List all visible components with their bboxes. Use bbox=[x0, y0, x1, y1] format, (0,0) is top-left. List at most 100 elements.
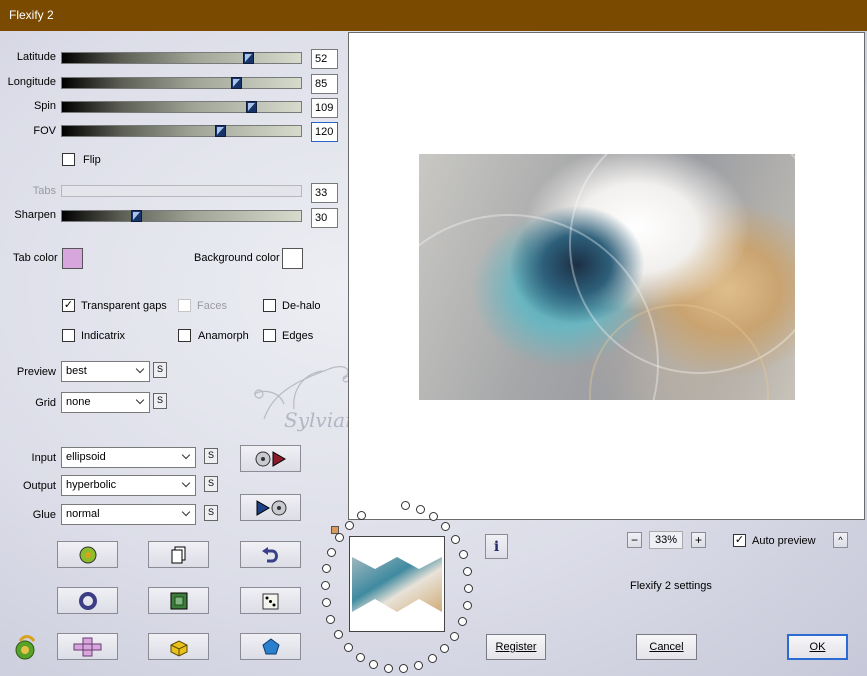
slider-thumb[interactable] bbox=[214, 125, 226, 137]
latitude-slider[interactable] bbox=[61, 52, 302, 64]
longitude-slider[interactable] bbox=[61, 77, 302, 89]
tab-color-swatch[interactable] bbox=[62, 248, 83, 269]
ring-icon bbox=[78, 591, 97, 610]
tumble-dot[interactable] bbox=[327, 548, 337, 557]
tumble-dot[interactable] bbox=[398, 664, 408, 674]
chip-button[interactable] bbox=[148, 587, 209, 614]
flip-checkbox[interactable] bbox=[62, 153, 75, 166]
flip-label: Flip bbox=[83, 154, 101, 166]
copy-icon bbox=[171, 546, 185, 563]
fov-value[interactable]: 120 bbox=[311, 122, 338, 142]
tab-color-label: Tab color bbox=[13, 252, 58, 264]
tumble-dot[interactable] bbox=[334, 533, 344, 543]
preview-quality-select[interactable]: best bbox=[61, 361, 150, 382]
tumble-dot[interactable] bbox=[463, 566, 473, 576]
tabs-layout-button[interactable] bbox=[57, 633, 118, 660]
output-select-label: Output bbox=[22, 480, 56, 492]
tumble-dot[interactable] bbox=[333, 629, 343, 639]
tumble-dot[interactable] bbox=[439, 644, 449, 654]
grid-s-button[interactable]: S bbox=[153, 393, 167, 409]
register-button[interactable]: Register bbox=[486, 634, 546, 660]
slider-thumb[interactable] bbox=[231, 77, 243, 89]
latitude-label: Latitude bbox=[16, 51, 56, 63]
copy-button[interactable] bbox=[148, 541, 209, 568]
input-projection-value: ellipsoid bbox=[66, 451, 106, 463]
chevron-down-icon bbox=[181, 450, 191, 460]
spin-slider[interactable] bbox=[61, 101, 302, 113]
tumble-dot[interactable] bbox=[369, 660, 379, 670]
sharpen-value[interactable]: 30 bbox=[311, 208, 338, 228]
chevron-down-icon bbox=[135, 364, 145, 374]
slider-thumb[interactable] bbox=[245, 101, 257, 113]
tumble-dot[interactable] bbox=[457, 616, 467, 626]
tumble-dot[interactable] bbox=[413, 660, 423, 670]
chevron-down-icon bbox=[135, 395, 145, 405]
tumble-dot[interactable] bbox=[383, 663, 393, 673]
dice-button[interactable] bbox=[240, 587, 301, 614]
indicatrix-checkbox[interactable] bbox=[62, 329, 75, 342]
de-halo-label: De-halo bbox=[282, 300, 321, 312]
tabs-label: Tabs bbox=[32, 185, 56, 197]
play-to-disc-icon bbox=[256, 499, 286, 516]
auto-preview-checkbox[interactable]: ✓ bbox=[733, 534, 746, 547]
tumble-dot[interactable] bbox=[427, 654, 437, 664]
input-projection-select[interactable]: ellipsoid bbox=[61, 447, 196, 468]
fov-slider[interactable] bbox=[61, 125, 302, 137]
randomize-button[interactable] bbox=[57, 541, 118, 568]
tumble-dot[interactable] bbox=[326, 614, 336, 624]
tumble-dot[interactable] bbox=[322, 564, 332, 574]
de-halo-checkbox[interactable] bbox=[263, 299, 276, 312]
ok-label: OK bbox=[809, 641, 826, 653]
slider-thumb[interactable] bbox=[131, 210, 143, 222]
edges-checkbox[interactable] bbox=[263, 329, 276, 342]
tumble-dot[interactable] bbox=[450, 631, 460, 641]
zoom-level: 33% bbox=[649, 531, 683, 549]
block-button[interactable] bbox=[148, 633, 209, 660]
output-s-button[interactable]: S bbox=[204, 476, 218, 492]
ring-button[interactable] bbox=[57, 587, 118, 614]
ok-button[interactable]: OK bbox=[787, 634, 848, 660]
info-button[interactable]: i bbox=[485, 534, 508, 559]
output-projection-select[interactable]: hyperbolic bbox=[61, 475, 196, 496]
tabs-value[interactable]: 33 bbox=[311, 183, 338, 203]
preview-s-button[interactable]: S bbox=[153, 362, 167, 378]
collapse-button[interactable]: ^ bbox=[833, 532, 848, 548]
save-output-button[interactable] bbox=[240, 494, 301, 521]
tumble-dot[interactable] bbox=[464, 583, 474, 593]
grid-select[interactable]: none bbox=[61, 392, 150, 413]
preview-quality-value: best bbox=[66, 365, 87, 377]
cancel-button[interactable]: Cancel bbox=[636, 634, 697, 660]
polyhedron-button[interactable] bbox=[240, 633, 301, 660]
anamorph-checkbox[interactable] bbox=[178, 329, 191, 342]
load-input-button[interactable] bbox=[240, 445, 301, 472]
tumble-dot[interactable] bbox=[320, 581, 330, 591]
plugin-logo-icon bbox=[15, 635, 36, 660]
glue-select[interactable]: normal bbox=[61, 504, 196, 525]
tumble-dot[interactable] bbox=[355, 652, 365, 662]
tumble-dot[interactable] bbox=[343, 642, 353, 652]
tumble-dot[interactable] bbox=[441, 522, 451, 532]
tumble-dot[interactable] bbox=[458, 550, 468, 560]
tumble-dot[interactable] bbox=[451, 535, 461, 545]
spin-value[interactable]: 109 bbox=[311, 98, 338, 118]
tumble-dot[interactable] bbox=[462, 600, 472, 610]
input-s-button[interactable]: S bbox=[204, 448, 218, 464]
undo-button[interactable] bbox=[240, 541, 301, 568]
tumble-dot[interactable] bbox=[345, 520, 355, 530]
zoom-in-button[interactable]: + bbox=[691, 532, 706, 548]
preview-panel[interactable] bbox=[348, 32, 865, 520]
zoom-out-button[interactable]: − bbox=[627, 532, 642, 548]
glue-s-button[interactable]: S bbox=[204, 505, 218, 521]
tumble-dot[interactable] bbox=[415, 504, 425, 514]
tumble-dot[interactable] bbox=[321, 598, 331, 608]
chevron-down-icon bbox=[181, 478, 191, 488]
navigator-thumbnail[interactable] bbox=[349, 536, 445, 632]
longitude-value[interactable]: 85 bbox=[311, 74, 338, 94]
latitude-value[interactable]: 52 bbox=[311, 49, 338, 69]
sharpen-slider[interactable] bbox=[61, 210, 302, 222]
transparent-gaps-checkbox[interactable]: ✓ bbox=[62, 299, 75, 312]
slider-thumb[interactable] bbox=[243, 52, 255, 64]
dice-icon bbox=[262, 593, 278, 609]
indicatrix-label: Indicatrix bbox=[81, 330, 126, 342]
background-color-swatch[interactable] bbox=[282, 248, 303, 269]
